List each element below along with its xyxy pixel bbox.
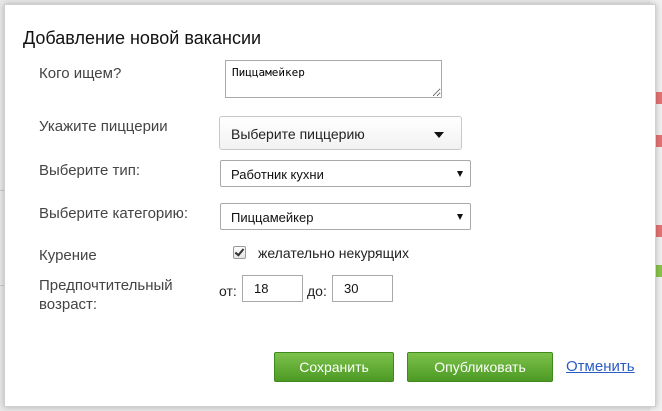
age-label-line2: возраст: <box>39 296 98 313</box>
type-select-value: Работник кухни <box>231 167 324 182</box>
who-input[interactable]: Пиццамейкер <box>225 60 442 98</box>
pizzeria-label: Укажите пиццерии <box>39 118 168 135</box>
bg-status-mark <box>656 92 662 104</box>
age-to-input[interactable]: 30 <box>332 275 393 302</box>
pizzeria-dropdown[interactable]: Выберите пиццерию <box>219 116 462 150</box>
chevron-down-icon <box>457 171 463 177</box>
chevron-down-icon <box>457 214 463 220</box>
type-select[interactable]: Работник кухни <box>220 160 471 187</box>
checkmark-icon <box>234 246 245 257</box>
smoking-checkbox[interactable] <box>233 246 246 259</box>
smoking-label: Курение <box>39 247 97 264</box>
bg-status-mark <box>656 135 662 147</box>
age-from-label: от: <box>219 283 237 299</box>
age-label-line1: Предпочтительный <box>39 277 173 294</box>
category-select[interactable]: Пиццамейкер <box>220 203 471 230</box>
bg-status-mark <box>656 265 662 277</box>
who-label: Кого ищем? <box>39 65 122 82</box>
category-label: Выберите категорию: <box>39 205 189 222</box>
publish-button[interactable]: Опубликовать <box>407 352 553 382</box>
age-to-label: до: <box>307 283 327 299</box>
chevron-down-icon <box>434 132 444 138</box>
category-select-value: Пиццамейкер <box>231 210 314 225</box>
add-vacancy-dialog: Добавление новой вакансии Кого ищем? Пиц… <box>4 4 656 407</box>
age-from-input[interactable]: 18 <box>242 275 303 302</box>
pizzeria-dropdown-value: Выберите пиццерию <box>231 126 365 142</box>
bg-status-mark <box>656 225 662 237</box>
smoking-option-label: желательно некурящих <box>258 245 409 261</box>
cancel-link[interactable]: Отменить <box>566 358 635 375</box>
dialog-title: Добавление новой вакансии <box>23 28 262 48</box>
type-label: Выберите тип: <box>39 162 141 179</box>
save-button[interactable]: Сохранить <box>274 352 394 382</box>
